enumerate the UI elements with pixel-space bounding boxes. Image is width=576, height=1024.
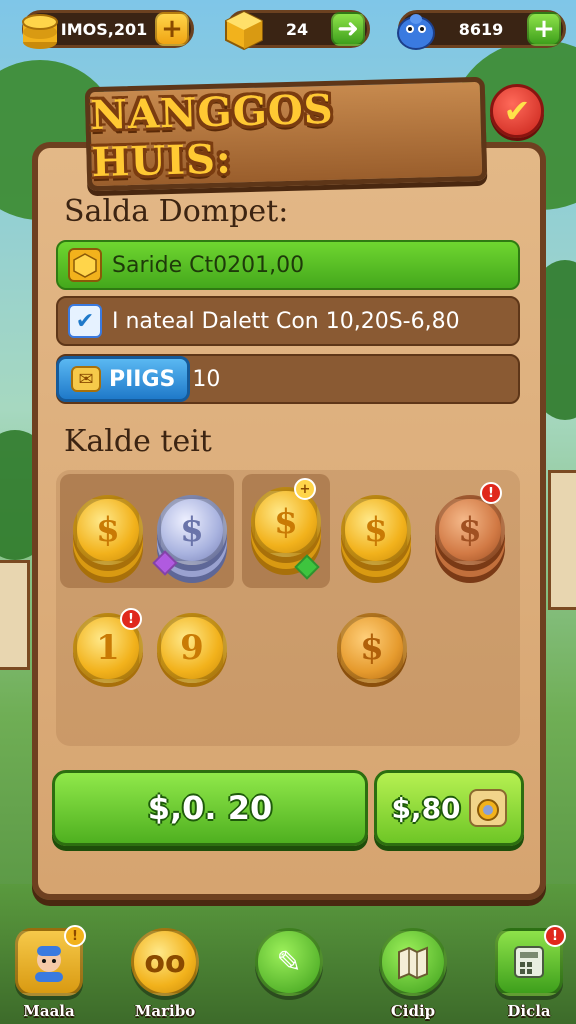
nav-item-edit[interactable]: ✎ [246, 928, 332, 1002]
pencil-icon: ✎ [255, 928, 323, 996]
secondary-purchase-button[interactable]: $,80 [374, 770, 524, 846]
wallet-heading: Salda Dompet: [64, 194, 289, 229]
add-gems-button[interactable]: ➜ [331, 12, 365, 46]
resource-creature: 8619 + [397, 10, 566, 50]
gold-cube-icon [221, 7, 267, 53]
map-icon [379, 928, 447, 996]
orange-coin-icon: $ [337, 613, 407, 683]
notification-badge: ! [544, 925, 566, 947]
add-creature-button[interactable]: + [527, 12, 561, 46]
nav-item-dicla[interactable]: ! Dicla [486, 925, 572, 1020]
coin-item[interactable]: $ [64, 480, 152, 580]
coins-icon: oo [131, 928, 199, 996]
transaction-text: I nateal Dalett Con 10,20S-6,80 [112, 308, 460, 334]
transaction-row[interactable]: ✔ I nateal Dalett Con 10,20S-6,80 [56, 296, 520, 346]
balance-text: Saride Ct0201,00 [112, 252, 305, 278]
pill-label: PIIGS [109, 366, 176, 392]
nav-label: Dicla [507, 1002, 551, 1020]
coin-item[interactable]: $ [148, 480, 236, 580]
blue-creature-icon [393, 7, 439, 53]
balance-row[interactable]: Saride Ct0201,00 [56, 240, 520, 290]
checkbox-icon[interactable]: ✔ [68, 304, 102, 338]
nav-item-maala[interactable]: ! Maala [6, 925, 92, 1020]
confirm-button[interactable]: ✔ [490, 84, 544, 138]
gold-coin-stack-icon: $ [341, 495, 411, 565]
coin-item[interactable]: 1 ! [64, 598, 152, 698]
resource-coins: IMOS,201 + [22, 10, 194, 49]
gold-badge: + [294, 478, 316, 500]
notification-badge: ! [120, 608, 142, 630]
notification-badge: ! [480, 482, 502, 504]
envelope-icon: ✉ [71, 366, 101, 392]
coin-item[interactable]: $ [328, 598, 416, 698]
nav-item-maribo[interactable]: oo Maribo [122, 928, 208, 1020]
coin-item[interactable]: 9 [148, 598, 236, 698]
coins-heading: Kalde teit [64, 424, 212, 459]
checkmark-icon: ✔ [503, 92, 531, 130]
notification-badge: ! [64, 925, 86, 947]
pigs-pill[interactable]: ✉ PIIGS [56, 356, 191, 402]
avatar-icon: ! [15, 925, 86, 996]
gold-coin-icon: 9 [157, 613, 227, 683]
coin-item[interactable]: $ + [242, 474, 330, 588]
nav-label: Maribo [134, 1002, 196, 1020]
message-row[interactable]: ✉ PIIGS 10 [56, 354, 520, 404]
resource-gems: 24 ➜ [225, 10, 370, 51]
green-gem-icon [294, 554, 320, 580]
nav-label: Cidip [390, 1002, 436, 1020]
coin-item[interactable]: $ [332, 480, 420, 580]
calculator-icon: ! [495, 925, 566, 996]
nav-label: Maala [23, 1002, 75, 1020]
secondary-price-label: $,80 [391, 791, 461, 825]
coin-grid: $ $ $ + $ $ ! 1 ! 9 $ [56, 470, 520, 746]
coin-item[interactable]: $ ! [426, 480, 514, 580]
page-title: NANGGOS HUIS: [89, 85, 335, 187]
gold-cube-icon [68, 248, 102, 282]
title-banner: NANGGOS HUIS: [84, 76, 488, 192]
message-count: 10 [192, 366, 221, 392]
bronze-coin-stack-icon: $ [435, 495, 505, 565]
primary-purchase-button[interactable]: $,0. 20 [52, 770, 368, 846]
coin-bag-icon [468, 789, 507, 827]
nav-item-cidip[interactable]: Cidip [370, 928, 456, 1020]
coin-stack-icon [17, 7, 63, 53]
add-coins-button[interactable]: + [155, 12, 189, 46]
primary-price-label: $,0. 20 [147, 789, 273, 827]
gold-coin-stack-icon: $ [73, 495, 143, 565]
